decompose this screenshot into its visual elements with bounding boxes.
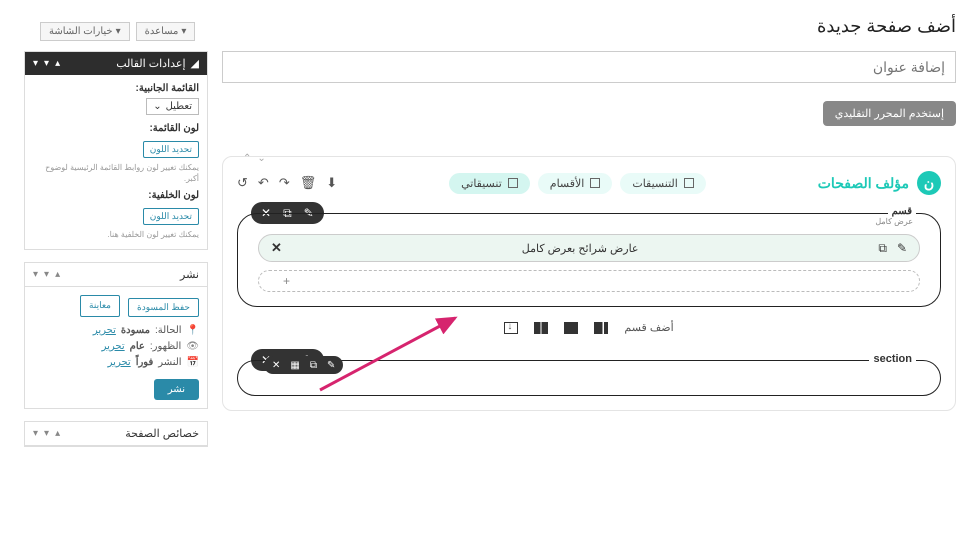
module-close-icon[interactable]: ✕ — [271, 240, 282, 256]
section-sublegend: عرض كامل — [872, 217, 916, 226]
theme-settings-title: إعدادات القالب — [116, 57, 185, 70]
side-menu-select[interactable]: تعطيل ⌄ — [146, 98, 199, 115]
add-module-row[interactable]: + — [258, 270, 920, 292]
visibility-value: عام — [130, 341, 145, 352]
bg-color-label: لون الخلفية: — [33, 190, 199, 201]
slider-module-title: عارض شرائح بعرض كامل — [282, 242, 878, 255]
section2-box: section ✎ ⧉ ▦ ✕ — [237, 360, 941, 396]
bg-color-hint: يمكنك تغيير لون الخلفية هنا. — [33, 229, 199, 240]
builder-brand: ن مؤلف الصفحات — [818, 171, 941, 195]
calendar-icon: 📅 — [187, 357, 199, 368]
layout-import-icon[interactable] — [504, 322, 518, 334]
caret-down-icon: ▾ — [116, 26, 121, 37]
module-edit-icon[interactable]: ✎ — [897, 241, 907, 256]
visibility-icon: 👁 — [186, 341, 199, 352]
status-edit-link[interactable]: تحرير — [93, 325, 116, 336]
page-builder-panel: ⌄ ⌃ ن مؤلف الصفحات التنسيقات الأقسام تنس… — [222, 156, 956, 411]
schedule-edit-link[interactable]: تحرير — [108, 357, 131, 368]
toggle-up-icon[interactable]: ▴ — [55, 269, 60, 280]
tab-layouts-label: التنسيقات — [632, 177, 677, 190]
toggle-collapse-icon[interactable]: ▾ — [33, 428, 38, 439]
status-label: الحالة: — [155, 325, 182, 336]
section-legend: قسم — [888, 206, 916, 217]
tab-mylayouts-label: تنسيقاتي — [461, 177, 502, 190]
preview-button[interactable]: معاينة — [80, 295, 120, 317]
row-toolbar: ✎ ⧉ ▦ ✕ — [264, 356, 343, 374]
toggle-collapse-icon[interactable]: ▾ — [33, 269, 38, 280]
theme-icon: ◢ — [191, 57, 199, 70]
caret-down-icon: ▾ — [181, 26, 186, 37]
help-dropdown[interactable]: ▾مساعدة — [136, 22, 196, 41]
tab-sections-label: الأقسام — [550, 177, 585, 190]
slider-module-row[interactable]: ✎ ⧉ عارض شرائح بعرض كامل ✕ — [258, 234, 920, 262]
use-classic-editor-button[interactable]: إستخدم المحرر التقليدي — [823, 101, 956, 126]
plus-icon: + — [273, 274, 290, 288]
row-duplicate-icon[interactable]: ⧉ — [310, 360, 317, 371]
status-icon: 📍 — [187, 325, 199, 336]
sections-icon — [590, 178, 600, 188]
screen-options-label: خيارات الشاشة — [49, 26, 113, 37]
module-duplicate-icon[interactable]: ⧉ — [878, 241, 887, 256]
side-menu-value: تعطيل — [166, 101, 192, 112]
layouts-icon — [684, 178, 694, 188]
toggle-down-icon[interactable]: ▾ — [44, 269, 49, 280]
trash-icon[interactable]: 🗑 — [300, 175, 317, 191]
page-attributes-metabox: خصائص الصفحة ▴ ▾ ▾ — [24, 421, 208, 447]
builder-brand-label: مؤلف الصفحات — [818, 175, 909, 192]
publish-button[interactable]: نشر — [154, 379, 199, 400]
layout-one-col-icon[interactable] — [564, 322, 578, 334]
visibility-label: الظهور: — [150, 341, 181, 352]
section2-legend: section — [869, 353, 916, 365]
toggle-collapse-icon[interactable]: ▾ — [33, 58, 38, 69]
publish-title: نشر — [180, 268, 199, 281]
row-edit-icon[interactable]: ✎ — [327, 360, 335, 371]
side-menu-label: القائمة الجانبية: — [33, 83, 199, 94]
add-section-label: أضف قسم — [624, 321, 673, 334]
redo-icon[interactable]: ↷ — [279, 175, 290, 191]
expand-icon[interactable]: ⌃ — [243, 153, 251, 164]
schedule-value: فوراً — [136, 357, 154, 368]
add-section-bar: أضف قسم — [237, 321, 941, 334]
tab-layouts[interactable]: التنسيقات — [620, 173, 705, 194]
save-draft-button[interactable]: حفظ المسودة — [128, 298, 199, 317]
visibility-edit-link[interactable]: تحرير — [102, 341, 125, 352]
save-icon[interactable]: ⬇ — [326, 175, 337, 191]
toggle-up-icon[interactable]: ▴ — [55, 58, 60, 69]
collapse-icon[interactable]: ⌄ — [257, 153, 265, 164]
chevron-down-icon: ⌄ — [153, 101, 161, 112]
mylayouts-icon — [508, 178, 518, 188]
screen-options-dropdown[interactable]: ▾خيارات الشاشة — [40, 22, 130, 41]
toggle-down-icon[interactable]: ▾ — [44, 428, 49, 439]
section-box: قسم عرض كامل ✎ ⧉ عارض شرائح بعرض كامل ✕ … — [237, 213, 941, 307]
tab-sections[interactable]: الأقسام — [538, 173, 613, 194]
builder-logo-icon: ن — [917, 171, 941, 195]
status-value: مسودة — [121, 325, 150, 336]
undo-icon[interactable]: ↶ — [258, 175, 269, 191]
title-input[interactable] — [222, 51, 956, 83]
publish-metabox: نشر ▴ ▾ ▾ حفظ المسودة معاينة 📍 الحالة: مسو… — [24, 262, 208, 409]
layout-two-col-right-icon[interactable] — [594, 322, 608, 334]
tab-mylayouts[interactable]: تنسيقاتي — [449, 173, 530, 194]
menu-color-button[interactable]: تحديد اللون — [143, 141, 199, 158]
theme-settings-metabox: ◢ إعدادات القالب ▴ ▾ ▾ القائمة الجانبية: تع… — [24, 51, 208, 250]
layout-two-col-icon[interactable] — [534, 322, 548, 334]
row-close-icon[interactable]: ✕ — [272, 360, 280, 371]
menu-color-label: لون القائمة: — [33, 123, 199, 134]
menu-color-hint: يمكنك تغيير لون روابط القائمة الرئيسية ل… — [33, 162, 199, 184]
toggle-down-icon[interactable]: ▾ — [44, 58, 49, 69]
history-icon[interactable]: ↺ — [237, 175, 248, 191]
page-attrs-title: خصائص الصفحة — [125, 427, 199, 440]
row-columns-icon[interactable]: ▦ — [290, 360, 299, 371]
help-label: مساعدة — [145, 26, 179, 37]
bg-color-button[interactable]: تحديد اللون — [143, 208, 199, 225]
schedule-label: النشر — [158, 357, 181, 368]
toggle-up-icon[interactable]: ▴ — [55, 428, 60, 439]
